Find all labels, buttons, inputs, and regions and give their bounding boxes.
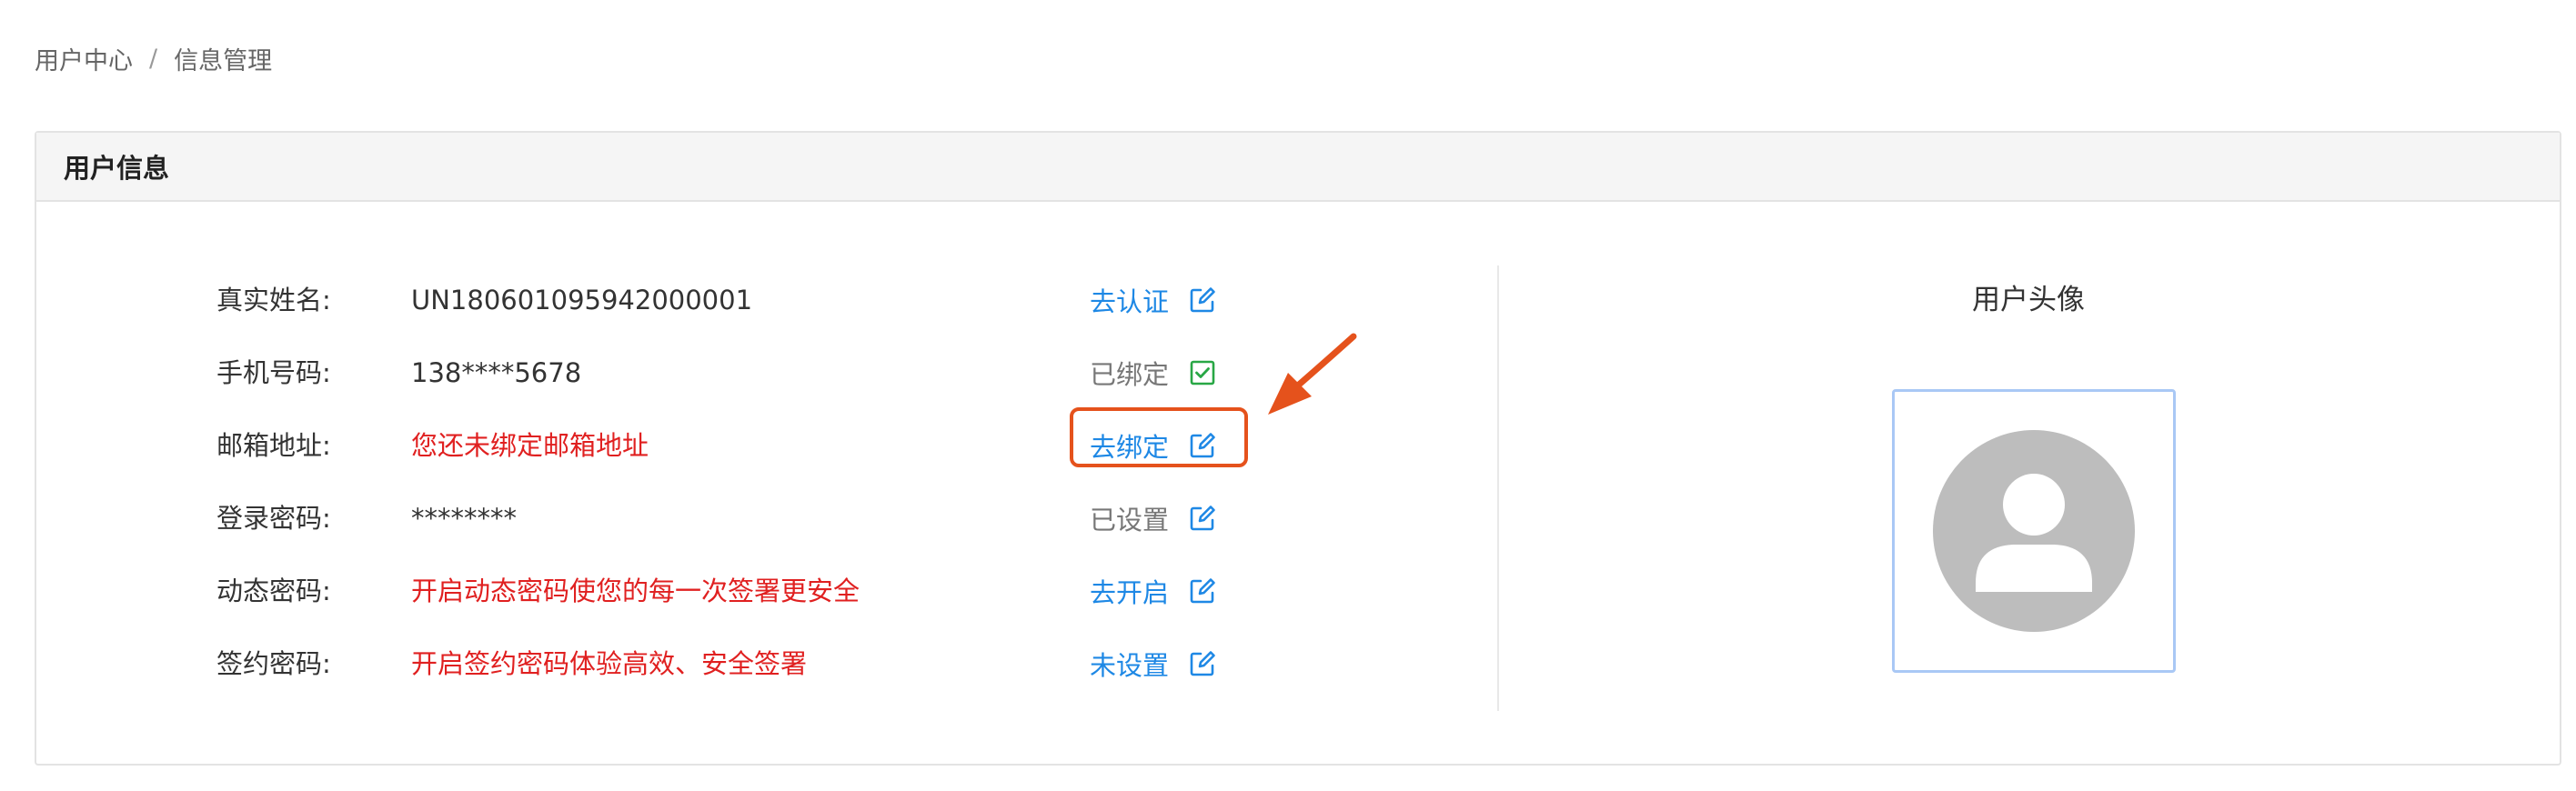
- breadcrumb-item-info-management: 信息管理: [174, 46, 273, 75]
- info-row-phone: 手机号码: 138****5678 已绑定: [36, 347, 1219, 398]
- login-password-label: 登录密码:: [216, 503, 331, 534]
- info-row-email: 邮箱地址: 您还未绑定邮箱地址 去绑定: [36, 420, 1219, 471]
- phone-bound-text: 已绑定: [1090, 359, 1170, 390]
- email-label: 邮箱地址:: [216, 430, 331, 461]
- verify-action[interactable]: 去认证: [1090, 275, 1216, 325]
- breadcrumb-separator: /: [149, 44, 158, 73]
- phone-value: 138****5678: [411, 357, 582, 388]
- edit-icon[interactable]: [1189, 286, 1216, 314]
- column-divider: [1497, 265, 1499, 711]
- email-warning: 您还未绑定邮箱地址: [411, 430, 649, 461]
- set-sign-password-link[interactable]: 未设置: [1090, 645, 1169, 683]
- card-title: 用户信息: [36, 133, 2560, 202]
- avatar-title: 用户头像: [1972, 284, 2085, 316]
- annotation-highlight-box: [1070, 407, 1248, 467]
- edit-icon[interactable]: [1189, 650, 1216, 677]
- sign-password-warning: 开启签约密码体验高效、安全签署: [411, 648, 808, 679]
- breadcrumb-item-user-center[interactable]: 用户中心: [35, 41, 133, 76]
- verify-link[interactable]: 去认证: [1090, 281, 1169, 319]
- checkbox-checked-icon: [1189, 359, 1216, 386]
- avatar-upload[interactable]: [1892, 389, 2176, 673]
- info-row-dynamic-password: 动态密码: 开启动态密码使您的每一次签署更安全 去开启: [36, 566, 1219, 616]
- edit-icon[interactable]: [1189, 577, 1216, 605]
- sign-password-label: 签约密码:: [216, 648, 331, 679]
- login-password-action[interactable]: 已设置: [1090, 493, 1216, 544]
- annotation-arrow-icon: [1268, 333, 1357, 415]
- enable-dynamic-password-action[interactable]: 去开启: [1090, 566, 1216, 616]
- info-row-login-password: 登录密码: ******** 已设置: [36, 493, 1219, 544]
- set-sign-password-action[interactable]: 未设置: [1090, 638, 1216, 689]
- real-name-value: UN180601095942000001: [411, 285, 753, 315]
- enable-dynamic-password-link[interactable]: 去开启: [1090, 572, 1169, 610]
- phone-label: 手机号码:: [216, 357, 331, 388]
- login-password-status: 已设置: [1090, 505, 1170, 536]
- default-avatar-icon: [1933, 430, 2135, 632]
- dynamic-password-warning: 开启动态密码使您的每一次签署更安全: [411, 576, 860, 606]
- phone-bound-status: 已绑定: [1090, 347, 1216, 398]
- info-row-sign-password: 签约密码: 开启签约密码体验高效、安全签署 未设置: [36, 638, 1219, 689]
- dynamic-password-label: 动态密码:: [216, 576, 331, 606]
- user-info-card: 用户信息 真实姓名: UN180601095942000001 去认证 手机号码…: [35, 131, 2561, 766]
- info-row-real-name: 真实姓名: UN180601095942000001 去认证: [36, 275, 1219, 325]
- breadcrumb: 用户中心 / 信息管理: [35, 40, 272, 76]
- login-password-value: ********: [411, 503, 517, 534]
- real-name-label: 真实姓名:: [216, 285, 331, 315]
- edit-icon[interactable]: [1189, 505, 1216, 532]
